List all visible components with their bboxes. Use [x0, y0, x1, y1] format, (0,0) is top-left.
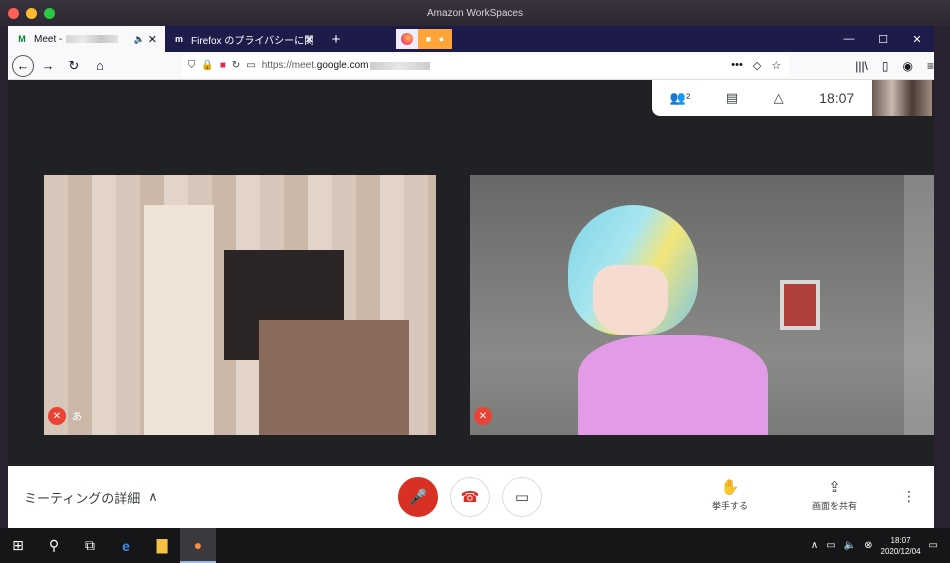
taskbar-clock[interactable]: 18:07 2020/12/04 — [881, 535, 921, 557]
mozilla-favicon-icon: m — [174, 34, 183, 44]
volume-icon[interactable]: 🔈 — [844, 540, 856, 551]
pocket-icon[interactable]: ◇ — [753, 59, 761, 72]
meet-favicon-icon: M — [18, 34, 26, 44]
present-screen-icon: ⇪ — [828, 479, 841, 496]
participant-name: あ — [72, 412, 82, 423]
account-icon[interactable]: ◉ — [903, 59, 913, 73]
tab-firefox-privacy[interactable]: m Firefox のプライバシーに関する通知 ✕ — [165, 26, 322, 52]
wall-picture — [780, 280, 820, 330]
avatar-hoodie — [578, 335, 768, 435]
edge-icon[interactable]: e — [108, 528, 144, 563]
task-view-icon[interactable]: ⧉ — [72, 528, 108, 563]
background-wall — [144, 205, 214, 435]
tab-meet[interactable]: M Meet - 🔈 ✕ — [8, 26, 165, 52]
camera-permission-icon[interactable]: ■ — [220, 60, 226, 71]
redacted-url — [370, 61, 431, 70]
tab-close-button[interactable]: ✕ — [305, 33, 314, 46]
forward-button[interactable]: → — [36, 54, 60, 78]
input-icon[interactable]: ⊗ — [864, 540, 872, 551]
app-title: Amazon WorkSpaces — [427, 8, 523, 19]
notification-center-icon[interactable]: ▭ — [929, 540, 938, 551]
meeting-details-button[interactable]: ミーティングの詳細 ∧ — [24, 488, 158, 507]
redacted-text — [66, 35, 119, 43]
sidebar-icon[interactable]: ▯ — [882, 59, 889, 73]
firefox-taskbar-icon[interactable]: ● — [180, 528, 216, 563]
url-actions: ••• ◇ ☆ — [731, 59, 789, 72]
bookmark-star-icon[interactable]: ☆ — [771, 59, 781, 72]
library-icon[interactable]: |||\ — [855, 59, 868, 73]
mic-off-icon: 🎤 — [408, 489, 428, 506]
shield-icon[interactable]: ⛉ — [188, 60, 196, 71]
participants-icon[interactable]: 👥² — [670, 90, 691, 106]
reload-button[interactable]: ↻ — [62, 54, 86, 78]
present-screen-label: 画面を共有 — [812, 501, 858, 511]
participant-tile-2[interactable]: ✕ — [470, 175, 934, 435]
browser-tab-strip: M Meet - 🔈 ✕ m Firefox のプライバシーに関する通知 ✕ +… — [8, 26, 934, 52]
activities-icon[interactable]: △ — [774, 90, 784, 106]
meeting-info-panel: 👥² ▤ △ 18:07 — [652, 80, 872, 116]
mic-off-icon: ✕ — [474, 407, 492, 425]
file-explorer-icon[interactable]: ▇ — [144, 528, 180, 563]
notification-icon[interactable]: ▭ — [246, 60, 255, 71]
windows-taskbar: ⊞ ⚲ ⧉ e ▇ ● ∧ ▭ 🔈 ⊗ 18:07 2020/12/04 ▭ — [0, 528, 950, 563]
video-camera-icon: ▭ — [514, 489, 530, 506]
maximize-button[interactable]: ☐ — [866, 26, 900, 52]
avatar-character — [568, 205, 768, 435]
meet-stage: 👥² ▤ △ 18:07 ✕ あ ✕ — [8, 80, 934, 466]
network-icon[interactable]: ▭ — [826, 540, 835, 551]
pixelated-face — [259, 320, 409, 435]
new-tab-button[interactable]: + — [322, 26, 350, 52]
mic-off-icon: ✕ — [48, 407, 66, 425]
tab-label: Meet - — [34, 33, 63, 45]
raise-hand-button[interactable]: ✋ 挙手する — [712, 478, 748, 512]
autoplay-icon[interactable]: ↻ — [232, 60, 240, 71]
chevron-up-icon: ∧ — [148, 489, 158, 504]
home-button[interactable]: ⌂ — [88, 54, 112, 78]
tab-close-button[interactable]: ✕ — [148, 33, 157, 46]
blurred-strip — [904, 175, 934, 435]
avatar-face — [593, 265, 668, 335]
start-button[interactable]: ⊞ — [0, 528, 36, 563]
more-options-button[interactable]: ⋮ — [902, 488, 916, 505]
page-actions-icon[interactable]: ••• — [731, 59, 743, 72]
tab-label: Firefox のプライバシーに関する通知 — [191, 35, 313, 47]
minimize-button[interactable]: — — [832, 26, 866, 52]
navigation-toolbar: ← → ↻ ⌂ ⛉ 🔒 ■ ↻ ▭ https://meet.google.co… — [8, 52, 934, 80]
menu-icon[interactable]: ≡ — [927, 59, 934, 73]
leave-call-button[interactable]: ☎ — [450, 477, 490, 517]
back-button[interactable]: ← — [12, 54, 34, 77]
meeting-time: 18:07 — [819, 90, 855, 106]
speaker-icon[interactable]: 🔈 — [134, 34, 145, 45]
window-controls: — ☐ ✕ — [832, 26, 934, 52]
taskbar-time: 18:07 — [890, 535, 911, 545]
camera-toggle-button[interactable]: ▭ — [502, 477, 542, 517]
lock-icon[interactable]: 🔒 — [201, 60, 213, 71]
url-text: https://meet.google.com — [261, 60, 369, 71]
self-view-thumbnail[interactable] — [872, 80, 932, 116]
meet-control-bar: ミーティングの詳細 ∧ 🎤 ☎ ▭ ✋ 挙手する ⇪ 画面を共有 ⋮ — [8, 466, 934, 528]
participant-tile-1[interactable]: ✕ あ — [44, 175, 436, 435]
meeting-details-label: ミーティングの詳細 — [24, 490, 141, 506]
search-icon[interactable]: ⚲ — [36, 528, 72, 563]
chevron-up-icon[interactable]: ∧ — [811, 540, 818, 551]
present-screen-button[interactable]: ⇪ 画面を共有 — [812, 478, 857, 512]
chat-icon[interactable]: ▤ — [726, 90, 738, 106]
mac-title-bar: Amazon WorkSpaces — [0, 0, 950, 26]
sharing-indicator[interactable]: ■ ● — [396, 29, 452, 49]
phone-hangup-icon: ☎ — [460, 489, 480, 506]
firefox-icon — [396, 29, 418, 49]
close-button[interactable]: ✕ — [900, 26, 934, 52]
raise-hand-label: 挙手する — [712, 501, 749, 511]
system-tray: ∧ ▭ 🔈 ⊗ 18:07 2020/12/04 ▭ — [811, 535, 950, 557]
toolbar-right: |||\ ▯ ◉ ≡ — [795, 59, 934, 73]
address-bar[interactable]: ⛉ 🔒 ■ ↻ ▭ https://meet.google.com ••• ◇ … — [181, 54, 790, 77]
camera-mic-sharing-icon: ■ ● — [418, 29, 452, 49]
hand-icon: ✋ — [720, 479, 740, 496]
mic-toggle-button[interactable]: 🎤 — [398, 477, 438, 517]
taskbar-date: 2020/12/04 — [880, 546, 921, 556]
